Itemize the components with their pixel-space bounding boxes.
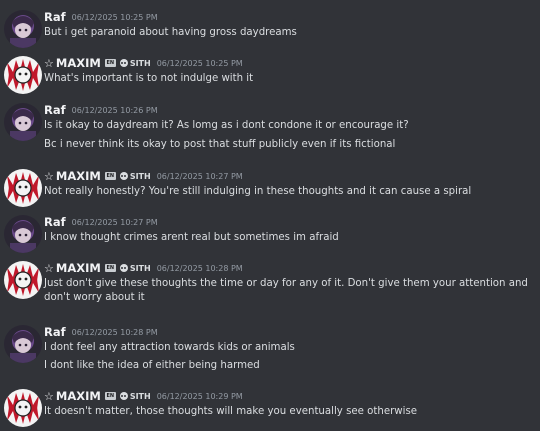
timestamp: 06/12/2025 10:28 PM — [156, 263, 243, 273]
message-header: ☆ MAXIM EN SITH 06/12/2025 10:29 PM — [44, 389, 243, 403]
star-icon: ☆ — [44, 169, 54, 183]
guild-tag-label: SITH — [129, 171, 151, 181]
message-header: Raf 06/12/2025 10:28 PM — [44, 325, 158, 339]
star-icon: ☆ — [44, 389, 54, 403]
message-header: ☆ MAXIM EN SITH 06/12/2025 10:28 PM — [44, 261, 243, 275]
chat-log: Raf 06/12/2025 10:25 PM But i get parano… — [0, 0, 540, 431]
message-header: Raf 06/12/2025 10:26 PM — [44, 103, 158, 117]
avatar-maxim[interactable] — [4, 56, 42, 94]
timestamp: 06/12/2025 10:25 PM — [156, 58, 243, 68]
guild-tag[interactable]: SITH — [119, 263, 151, 273]
timestamp: 06/12/2025 10:27 PM — [156, 171, 243, 181]
timestamp: 06/12/2025 10:28 PM — [71, 327, 158, 337]
message-text: Bc i never think its okay to post that s… — [44, 139, 396, 150]
author-name[interactable]: MAXIM — [56, 389, 101, 403]
timestamp: 06/12/2025 10:27 PM — [71, 217, 158, 227]
avatar-raf[interactable] — [4, 10, 42, 48]
guild-tag[interactable]: SITH — [119, 58, 151, 68]
message-text: Not really honestly? You're still indulg… — [44, 186, 472, 197]
message-header: ☆ MAXIM EN SITH 06/12/2025 10:27 PM — [44, 169, 243, 183]
guild-tag[interactable]: SITH — [119, 391, 151, 401]
flag-icon: EN — [104, 392, 116, 400]
skull-icon — [119, 392, 128, 400]
message-text: Is it okay to daydream it? As lomg as i … — [44, 120, 409, 131]
avatar-maxim[interactable] — [4, 169, 42, 207]
guild-tag-label: SITH — [129, 58, 151, 68]
avatar-raf[interactable] — [4, 103, 42, 141]
avatar-raf[interactable] — [4, 215, 42, 253]
message-text: I know thought crimes arent real but som… — [44, 232, 339, 243]
author-name[interactable]: Raf — [44, 103, 66, 117]
avatar-raf[interactable] — [4, 325, 42, 363]
star-icon: ☆ — [44, 56, 54, 70]
message-header: Raf 06/12/2025 10:27 PM — [44, 215, 158, 229]
flag-icon: EN — [104, 59, 116, 67]
message-header: ☆ MAXIM EN SITH 06/12/2025 10:25 PM — [44, 56, 243, 70]
message-text: It doesn't matter, those thoughts will m… — [44, 406, 418, 417]
author-name[interactable]: Raf — [44, 325, 66, 339]
star-icon: ☆ — [44, 261, 54, 275]
guild-tag-label: SITH — [129, 263, 151, 273]
message-text: I dont feel any attraction towards kids … — [44, 342, 295, 353]
timestamp: 06/12/2025 10:26 PM — [71, 105, 158, 115]
guild-tag[interactable]: SITH — [119, 171, 151, 181]
avatar-maxim[interactable] — [4, 261, 42, 299]
message-text: But i get paranoid about having gross da… — [44, 27, 297, 38]
timestamp: 06/12/2025 10:29 PM — [156, 391, 243, 401]
skull-icon — [119, 172, 128, 180]
message-header: Raf 06/12/2025 10:25 PM — [44, 10, 158, 24]
flag-icon: EN — [104, 172, 116, 180]
message-text: Just don't give these thoughts the time … — [44, 278, 528, 303]
flag-icon: EN — [104, 264, 116, 272]
timestamp: 06/12/2025 10:25 PM — [71, 12, 158, 22]
skull-icon — [119, 264, 128, 272]
message-text: What's important is to not indulge with … — [44, 73, 254, 84]
author-name[interactable]: MAXIM — [56, 261, 101, 275]
author-name[interactable]: MAXIM — [56, 56, 101, 70]
avatar-maxim[interactable] — [4, 389, 42, 427]
author-name[interactable]: Raf — [44, 10, 66, 24]
author-name[interactable]: MAXIM — [56, 169, 101, 183]
skull-icon — [119, 59, 128, 67]
guild-tag-label: SITH — [129, 391, 151, 401]
author-name[interactable]: Raf — [44, 215, 66, 229]
message-text: I dont like the idea of either being har… — [44, 360, 260, 371]
